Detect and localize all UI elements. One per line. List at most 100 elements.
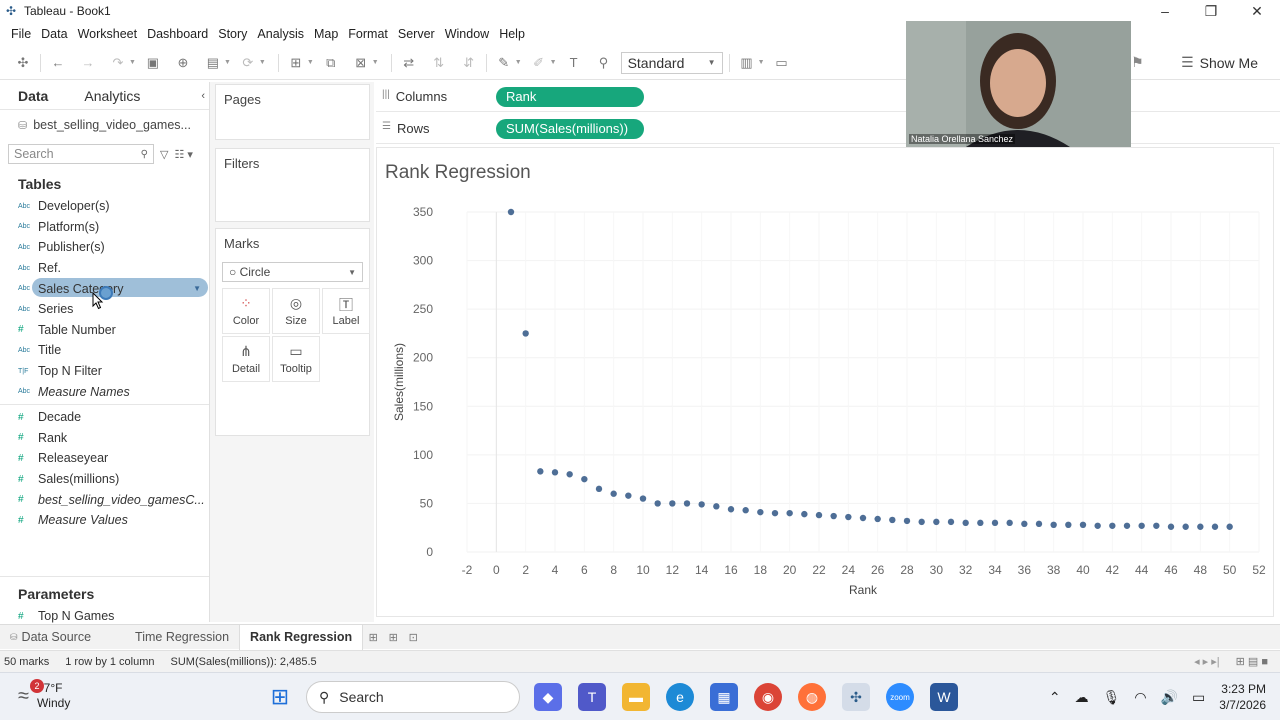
field-releaseyear[interactable]: # Releaseyear xyxy=(0,448,209,469)
replay-icon[interactable]: ↷ xyxy=(107,52,129,74)
field-series[interactable]: Abc Series xyxy=(0,299,209,320)
menu-data[interactable]: Data xyxy=(36,27,72,41)
show-cards-icon[interactable]: ▥ xyxy=(736,52,758,74)
data-point[interactable] xyxy=(566,471,573,478)
field-decade[interactable]: # Decade xyxy=(0,407,209,428)
data-point[interactable] xyxy=(815,511,823,519)
field-ref[interactable]: Abc Ref. xyxy=(0,258,209,279)
save-icon[interactable]: ▣ xyxy=(142,52,164,74)
chrome-icon[interactable]: ◉ xyxy=(754,683,782,711)
tab-data[interactable]: Data xyxy=(0,82,66,110)
sort-ascending-icon[interactable]: ⇅ xyxy=(428,52,450,74)
group-icon[interactable]: ✐ xyxy=(528,52,550,74)
new-data-source-icon[interactable]: ⊕ xyxy=(172,52,194,74)
filter-icon[interactable]: ▽ xyxy=(160,148,168,161)
data-point[interactable] xyxy=(991,519,999,527)
tableau-taskbar-icon[interactable]: ✣ xyxy=(842,683,870,711)
data-point[interactable] xyxy=(933,518,940,526)
tooltip-button[interactable]: ▭ Tooltip xyxy=(272,336,320,382)
clear-sheet-icon[interactable]: ⊠ xyxy=(350,52,372,74)
undo-icon[interactable]: ← xyxy=(47,52,69,74)
menu-dashboard[interactable]: Dashboard xyxy=(142,27,213,41)
data-point[interactable] xyxy=(551,469,559,476)
data-point[interactable] xyxy=(698,501,705,508)
size-button[interactable]: ◎ Size xyxy=(272,288,320,334)
data-point[interactable] xyxy=(610,490,617,497)
data-point[interactable] xyxy=(713,503,720,510)
field-count[interactable]: # best_selling_video_gamesC... xyxy=(0,489,209,510)
columns-shelf[interactable]: ||| Columns Rank xyxy=(376,82,1280,112)
close-icon[interactable]: ✕ xyxy=(1234,0,1280,22)
field-publisher[interactable]: Abc Publisher(s) xyxy=(0,237,209,258)
data-point[interactable] xyxy=(1182,523,1189,530)
data-point[interactable] xyxy=(1167,523,1175,530)
data-point[interactable] xyxy=(1050,521,1057,528)
menu-story[interactable]: Story xyxy=(213,27,252,41)
start-icon[interactable]: ⊞ xyxy=(266,683,294,711)
data-point[interactable] xyxy=(654,500,661,507)
battery-icon[interactable]: ▭ xyxy=(1192,689,1205,706)
field-measure-names[interactable]: Abc Measure Names xyxy=(0,381,209,402)
word-icon[interactable]: W xyxy=(930,683,958,711)
rows-shelf[interactable]: ☰ Rows SUM(Sales(millions)) xyxy=(376,114,1280,144)
data-point[interactable] xyxy=(903,517,911,525)
new-dashboard-icon[interactable]: ⊞ xyxy=(383,631,403,644)
edge-icon[interactable]: e xyxy=(666,683,694,711)
data-point[interactable] xyxy=(742,507,749,514)
data-point[interactable] xyxy=(595,485,603,493)
field-measure-values[interactable]: # Measure Values xyxy=(0,510,209,531)
pause-updates-icon[interactable]: ▤ xyxy=(202,52,224,74)
data-point[interactable] xyxy=(727,506,735,513)
collapse-pane-icon[interactable]: ‹ xyxy=(201,90,205,102)
menu-window[interactable]: Window xyxy=(440,27,494,41)
field-table-number[interactable]: # Table Number xyxy=(0,320,209,341)
menu-server[interactable]: Server xyxy=(393,27,440,41)
clock[interactable]: 3:23 PM 3/7/2026 xyxy=(1219,681,1266,713)
data-point[interactable] xyxy=(1211,523,1219,530)
field-search-input[interactable]: Search ⚲ xyxy=(8,144,154,164)
data-point[interactable] xyxy=(625,492,632,499)
pages-card[interactable]: Pages xyxy=(215,84,370,140)
redo-icon[interactable]: → xyxy=(77,52,99,74)
data-point[interactable] xyxy=(845,513,852,521)
weather-widget[interactable]: ≈2 77°F Windy xyxy=(18,678,70,711)
data-point[interactable] xyxy=(1153,522,1160,529)
new-story-icon[interactable]: ⊡ xyxy=(403,631,423,644)
data-point[interactable] xyxy=(977,519,984,527)
tableau-home-icon[interactable]: ✣ xyxy=(12,52,34,74)
color-button[interactable]: ⁘ Color xyxy=(222,288,270,334)
data-point[interactable] xyxy=(1123,522,1131,529)
data-point[interactable] xyxy=(1035,520,1043,528)
data-point[interactable] xyxy=(1197,523,1204,530)
data-point[interactable] xyxy=(947,518,955,526)
new-worksheet-icon[interactable]: ⊞ xyxy=(363,631,383,644)
data-point[interactable] xyxy=(786,509,793,517)
field-title[interactable]: Abc Title xyxy=(0,340,209,361)
menu-map[interactable]: Map xyxy=(309,27,343,41)
sheet-nav-icon[interactable]: ◂ ▸ ▸| xyxy=(1194,655,1220,668)
detail-button[interactable]: ⋔ Detail xyxy=(222,336,270,382)
data-point[interactable] xyxy=(669,500,676,507)
data-point[interactable] xyxy=(639,495,647,502)
menu-file[interactable]: File xyxy=(6,27,36,41)
mark-type-dropdown[interactable]: ○ Circle ▼ xyxy=(222,262,363,282)
chevron-up-icon[interactable]: ⌃ xyxy=(1049,689,1061,706)
data-point[interactable] xyxy=(1138,522,1145,529)
field-sales-millions[interactable]: # Sales(millions) xyxy=(0,469,209,490)
data-point[interactable] xyxy=(757,508,764,516)
data-point[interactable] xyxy=(889,516,896,524)
filters-card[interactable]: Filters xyxy=(215,148,370,222)
data-point[interactable] xyxy=(1006,519,1013,527)
tab-analytics[interactable]: Analytics xyxy=(66,82,158,110)
data-point[interactable] xyxy=(1079,521,1087,528)
wifi-icon[interactable]: ◠ xyxy=(1134,689,1146,706)
firefox-icon[interactable]: ◍ xyxy=(798,683,826,711)
highlight-icon[interactable]: ✎ xyxy=(493,52,515,74)
minimize-icon[interactable]: – xyxy=(1142,0,1188,22)
menu-format[interactable]: Format xyxy=(343,27,393,41)
data-source-item[interactable]: ⛁ best_selling_video_games... xyxy=(0,110,209,140)
label-button[interactable]: 🅃 Label xyxy=(322,288,370,334)
labels-icon[interactable]: T xyxy=(563,52,585,74)
sort-descending-icon[interactable]: ⇵ xyxy=(458,52,480,74)
chevron-down-icon[interactable]: ▼ xyxy=(193,284,201,293)
